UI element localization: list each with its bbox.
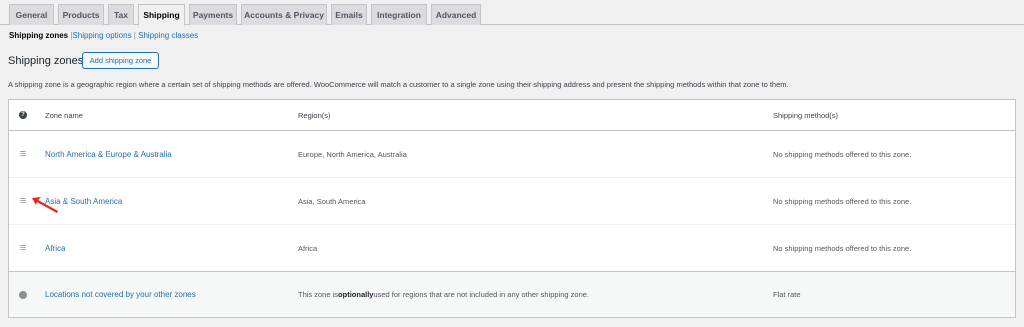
subnav-shipping-options[interactable]: Shipping options [72,31,131,40]
tab-payments[interactable]: Payments [189,4,237,25]
tab-emails[interactable]: Emails [331,4,367,25]
zone-regions: Africa [298,243,318,253]
shipping-subnav: Shipping zones |Shipping options | Shipp… [9,31,198,40]
handle-cell: ≡ [15,225,31,271]
zone-regions: This zone is optionally used for regions… [298,272,589,317]
zone-methods: Flat rate [773,290,801,299]
tab-general[interactable]: General [9,4,54,25]
settings-tab-bar: General Products Tax Shipping Payments A… [0,0,1024,26]
header-regions: Region(s) [298,110,331,120]
add-shipping-zone-button[interactable]: Add shipping zone [82,52,159,69]
zone-methods: No shipping methods offered to this zone… [773,196,912,206]
zone-regions: Asia, South America [298,196,366,206]
globe-cell [15,272,31,317]
tab-integration[interactable]: Integration [371,4,427,25]
table-row-rest-of-world: Locations not covered by your other zone… [9,272,1015,317]
table-row: ≡ Africa Africa No shipping methods offe… [9,225,1015,272]
table-row: ≡ Asia & South America Asia, South Ameri… [9,178,1015,225]
red-arrow-annotation [32,197,58,213]
region-text-pre: This zone is [298,290,339,299]
tab-tax[interactable]: Tax [108,4,134,25]
handle-cell: ≡ [15,131,31,177]
tab-products[interactable]: Products [58,4,104,25]
header-shipping-methods: Shipping method(s) [773,110,839,120]
header-zone-name: Zone name [45,110,83,120]
zone-methods: No shipping methods offered to this zone… [773,149,912,159]
table-row: ≡ North America & Europe & Australia Eur… [9,131,1015,178]
help-icon[interactable]: ? [19,111,27,119]
region-text-bold: optionally [338,290,374,299]
handle-cell: ≡ [15,178,31,224]
zone-name-link[interactable]: Locations not covered by your other zone… [45,272,196,317]
shipping-zones-table: ? Zone name Region(s) Shipping method(s)… [8,99,1016,318]
zone-name-link[interactable]: Africa [45,225,65,271]
globe-icon [19,290,27,299]
subnav-shipping-classes[interactable]: Shipping classes [138,31,198,40]
zone-name-link[interactable]: North America & Europe & Australia [45,131,172,177]
tab-accounts-privacy[interactable]: Accounts & Privacy [241,4,327,25]
zone-methods: No shipping methods offered to this zone… [773,243,912,253]
page-title: Shipping zones [8,55,84,67]
zones-description: A shipping zone is a geographic region w… [8,80,789,89]
table-header-row: ? Zone name Region(s) Shipping method(s) [9,100,1015,131]
drag-handle-icon[interactable]: ≡ [20,195,26,207]
drag-handle-icon[interactable]: ≡ [20,148,26,160]
tab-advanced[interactable]: Advanced [431,4,481,25]
zone-regions: Europe, North America, Australia [298,149,407,159]
tab-shipping[interactable]: Shipping [138,4,185,26]
region-text-post: used for regions that are not included i… [373,290,590,299]
drag-handle-icon[interactable]: ≡ [20,242,26,254]
help-cell: ? [15,100,31,130]
subnav-shipping-zones: Shipping zones [9,31,69,40]
